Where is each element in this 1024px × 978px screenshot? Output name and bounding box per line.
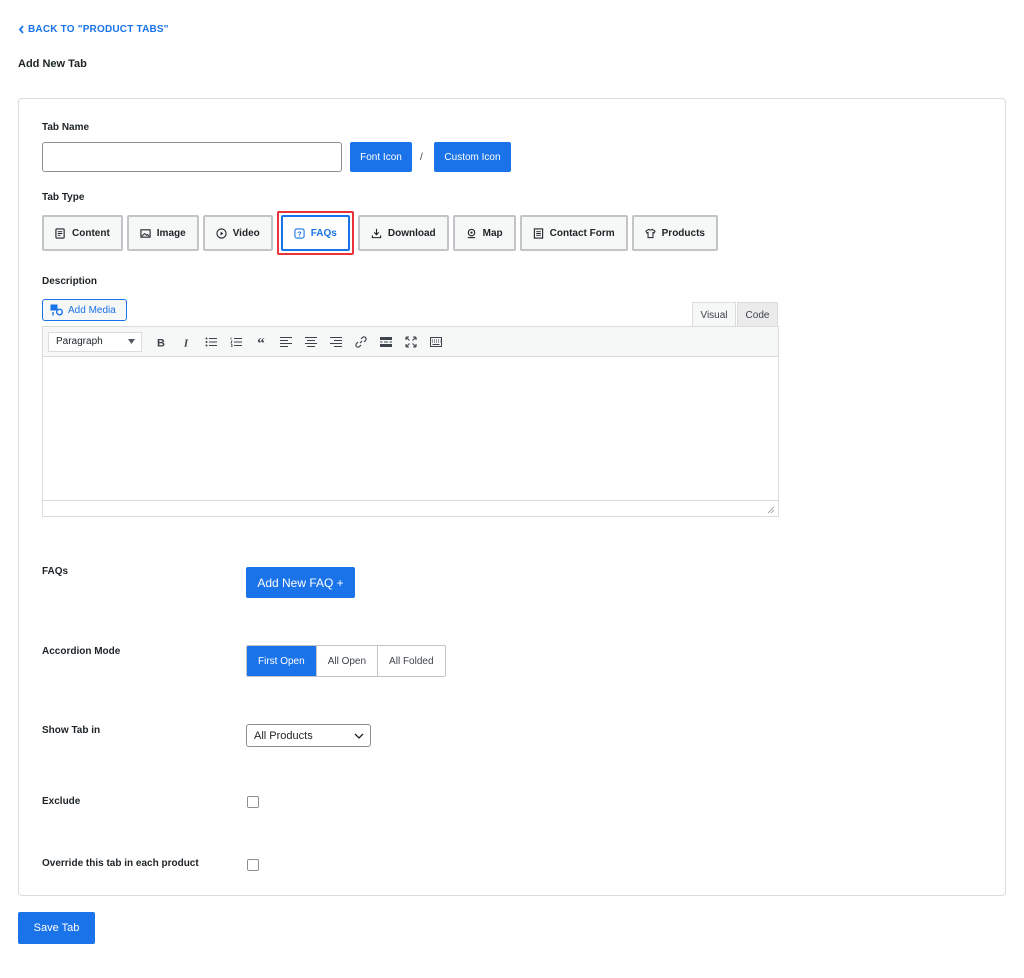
description-editor: Paragraph B I “ <box>42 326 779 517</box>
bullet-list-icon <box>205 337 217 346</box>
accordion-all-folded[interactable]: All Folded <box>378 646 444 676</box>
code-tab[interactable]: Code <box>737 302 778 327</box>
link-icon <box>354 335 367 348</box>
tab-type-contact-form[interactable]: Contact Form <box>519 215 628 251</box>
toolbar-toggle-icon <box>429 336 442 347</box>
visual-tab[interactable]: Visual <box>692 302 736 327</box>
fullscreen-icon <box>404 335 417 348</box>
add-media-icon <box>50 304 63 316</box>
tab-type-products[interactable]: Products <box>631 215 718 251</box>
description-label: Description <box>42 276 98 287</box>
custom-icon-button[interactable]: Custom Icon <box>434 142 511 172</box>
download-icon <box>371 228 382 238</box>
tab-type-video[interactable]: Video <box>202 215 273 251</box>
tab-type-map[interactable]: Map <box>452 215 516 251</box>
tab-type-contact-form-label: Contact Form <box>549 227 615 239</box>
tab-type-video-label: Video <box>232 227 260 239</box>
back-to-product-tabs-link[interactable]: BACK TO "PRODUCT TABS" <box>18 24 169 35</box>
italic-icon: I <box>182 337 188 348</box>
show-tab-in-label: Show Tab in <box>42 725 101 736</box>
blockquote-icon: “ <box>257 336 265 348</box>
align-center-icon <box>304 336 317 347</box>
tab-type-products-label: Products <box>661 227 705 239</box>
tab-name-input[interactable] <box>42 142 342 172</box>
editor-toolbar: Paragraph B I “ <box>43 327 778 357</box>
tab-type-label: Tab Type <box>42 192 85 203</box>
italic-button[interactable]: I <box>173 330 198 354</box>
chevron-down-icon <box>354 733 364 739</box>
add-media-button[interactable]: Add Media <box>42 299 127 321</box>
toolbar-toggle-button[interactable] <box>423 330 448 354</box>
svg-text:?: ? <box>297 229 302 238</box>
accordion-mode-toggle: First Open All Open All Folded <box>246 645 446 677</box>
tab-form-panel: Tab Name Font Icon / Custom Icon Tab Typ… <box>18 98 1006 896</box>
exclude-label: Exclude <box>42 796 81 807</box>
icon-separator: / <box>420 152 423 163</box>
tab-type-download[interactable]: Download <box>357 215 449 251</box>
numbered-list-button[interactable] <box>223 330 248 354</box>
svg-text:B: B <box>157 337 165 348</box>
override-label: Override this tab in each product <box>42 858 199 869</box>
bold-button[interactable]: B <box>148 330 173 354</box>
align-center-button[interactable] <box>298 330 323 354</box>
accordion-first-open[interactable]: First Open <box>247 646 317 676</box>
dropdown-arrow-icon <box>128 339 135 344</box>
question-icon: ? <box>294 227 305 239</box>
link-button[interactable] <box>348 330 373 354</box>
add-media-label: Add Media <box>68 304 116 316</box>
tab-type-faqs[interactable]: ? FAQs <box>280 215 350 251</box>
numbered-list-icon <box>229 337 242 347</box>
read-more-icon <box>379 336 392 347</box>
align-right-icon <box>329 336 342 347</box>
accordion-all-open[interactable]: All Open <box>317 646 379 676</box>
tab-name-label: Tab Name <box>42 122 90 133</box>
page-title: Add New Tab <box>18 58 87 70</box>
read-more-button[interactable] <box>373 330 398 354</box>
exclude-checkbox[interactable] <box>247 796 259 808</box>
align-left-icon <box>279 336 292 347</box>
align-right-button[interactable] <box>323 330 348 354</box>
accordion-mode-label: Accordion Mode <box>42 646 121 657</box>
content-icon <box>55 227 65 239</box>
bold-icon: B <box>157 337 165 348</box>
tab-type-map-label: Map <box>482 227 503 239</box>
font-icon-button[interactable]: Font Icon <box>350 142 412 172</box>
tab-type-image[interactable]: Image <box>126 215 199 251</box>
faqs-label: FAQs <box>42 566 69 577</box>
back-link-label: BACK TO "PRODUCT TABS" <box>28 24 169 35</box>
map-pin-icon <box>467 228 475 238</box>
tab-type-download-label: Download <box>387 227 436 239</box>
image-icon <box>140 228 151 238</box>
fullscreen-button[interactable] <box>398 330 423 354</box>
tab-type-faqs-label: FAQs <box>310 227 337 239</box>
selected-highlight: ? FAQs <box>276 211 354 255</box>
shirt-icon <box>644 228 656 238</box>
add-new-faq-button[interactable]: Add New FAQ + <box>246 567 355 598</box>
format-select-value: Paragraph <box>56 336 103 347</box>
tab-type-image-label: Image <box>156 227 186 239</box>
show-tab-in-select[interactable]: All Products <box>246 724 371 747</box>
editor-statusbar <box>43 500 778 516</box>
editor-content-area[interactable] <box>43 357 778 500</box>
svg-text:I: I <box>182 337 188 348</box>
form-icon <box>533 227 543 239</box>
chevron-left-icon <box>18 25 24 34</box>
tab-type-options: Content Image Video ? FAQs Download Map … <box>42 211 718 255</box>
tab-type-content-label: Content <box>72 227 110 239</box>
save-tab-button[interactable]: Save Tab <box>18 912 95 944</box>
show-tab-in-value: All Products <box>254 729 313 742</box>
svg-text:“: “ <box>257 336 265 348</box>
tab-type-content[interactable]: Content <box>42 215 123 251</box>
video-icon <box>216 227 227 239</box>
format-select[interactable]: Paragraph <box>48 331 142 352</box>
override-checkbox[interactable] <box>247 859 259 871</box>
align-left-button[interactable] <box>273 330 298 354</box>
blockquote-button[interactable]: “ <box>248 330 273 354</box>
bullet-list-button[interactable] <box>198 330 223 354</box>
resize-handle-icon[interactable] <box>767 506 775 514</box>
